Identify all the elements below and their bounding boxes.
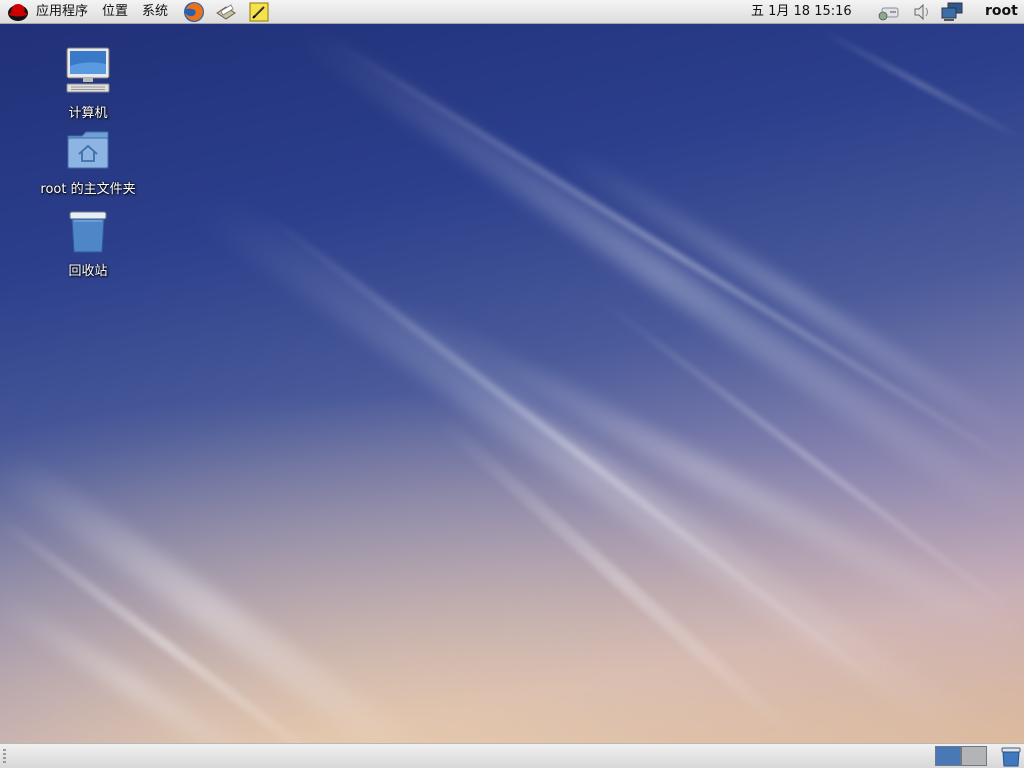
user-menu[interactable]: root [985, 0, 1018, 23]
desktop-icon-label: root 的主文件夹 [40, 182, 136, 197]
wallpaper [0, 15, 1024, 768]
bottom-panel [0, 743, 1024, 768]
computer-icon [33, 46, 143, 100]
home-folder-icon [33, 128, 143, 176]
menu-places[interactable]: 位置 [102, 0, 128, 23]
trash-applet-icon[interactable] [1000, 746, 1022, 768]
trash-icon [33, 208, 143, 258]
text-editor-icon[interactable] [248, 1, 270, 23]
clock[interactable]: 五 1月 18 15:16 [751, 0, 852, 23]
redhat-logo-icon[interactable] [6, 1, 30, 23]
desktop-icon-computer[interactable]: 计算机 [33, 46, 143, 121]
workspace-1[interactable] [935, 746, 961, 766]
desktop-icon-label: 回收站 [68, 264, 108, 279]
network-status-icon[interactable] [939, 1, 965, 23]
menu-applications[interactable]: 应用程序 [36, 0, 88, 23]
desktop-icon-trash[interactable]: 回收站 [33, 208, 143, 279]
mail-client-icon[interactable] [215, 1, 237, 23]
desktop-screen: 应用程序 位置 系统 五 1月 18 15:16 root 计算机 root 的… [0, 0, 1024, 768]
desktop-icon-home[interactable]: root 的主文件夹 [33, 128, 143, 197]
network-printer-icon[interactable] [876, 1, 902, 23]
panel-drag-handle[interactable] [3, 749, 6, 763]
desktop-icon-label: 计算机 [68, 106, 108, 121]
volume-icon[interactable] [911, 1, 933, 23]
menu-system[interactable]: 系统 [142, 0, 168, 23]
firefox-icon[interactable] [183, 1, 205, 23]
top-panel: 应用程序 位置 系统 五 1月 18 15:16 root [0, 0, 1024, 24]
workspace-2[interactable] [961, 746, 987, 766]
